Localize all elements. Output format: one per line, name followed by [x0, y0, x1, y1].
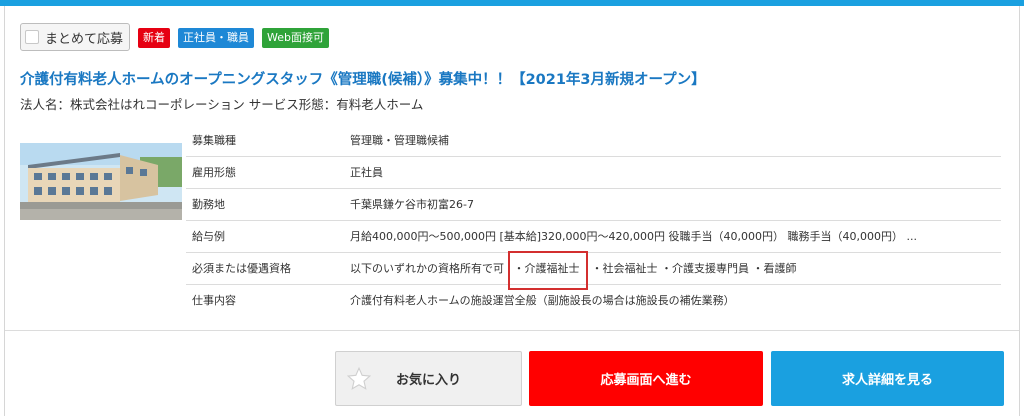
table-row: 雇用形態 正社員 — [186, 156, 1001, 189]
section-divider — [5, 330, 1019, 331]
table-row: 勤務地 千葉県鎌ケ谷市初富26-7 — [186, 188, 1001, 221]
table-row: 必須または優遇資格 以下のいずれかの資格所有で可 ・介護福祉士 ・社会福祉士 ・介… — [186, 251, 1001, 290]
favorite-label: お気に入り — [395, 373, 461, 388]
tag-row: まとめて応募 新着 正社員・職員 Web面接可 — [20, 23, 329, 51]
job-detail-button[interactable]: 求人詳細を見る — [771, 351, 1004, 406]
detail-value: 管理職・管理職候補 — [348, 124, 1001, 157]
detail-label: 給与例 — [186, 220, 348, 253]
bulk-apply-label: まとめて応募 — [45, 31, 124, 47]
job-details-table: 募集職種 管理職・管理職候補 雇用形態 正社員 勤務地 千葉県鎌ケ谷市初富26-… — [186, 124, 1001, 316]
qualification-prefix: 以下のいずれかの資格所有で可 — [350, 262, 508, 275]
detail-label: 仕事内容 — [192, 294, 236, 308]
apply-button[interactable]: 応募画面へ進む — [529, 351, 763, 406]
web-interview-badge: Web面接可 — [262, 28, 329, 48]
qualification-value: 以下のいずれかの資格所有で可 ・介護福祉士 ・社会福祉士 ・介護支援専門員 ・看護… — [348, 251, 1001, 290]
favorite-button[interactable]: お気に入り — [335, 351, 522, 406]
highlighted-qualification: ・介護福祉士 — [507, 251, 588, 290]
table-row: 給与例 月給400,000円～500,000円 [基本給]320,000円～42… — [186, 220, 1001, 253]
detail-label: 募集職種 — [186, 124, 348, 157]
detail-label: 雇用形態 — [186, 156, 348, 189]
bulk-apply-checkbox[interactable]: まとめて応募 — [20, 23, 131, 51]
detail-value: 月給400,000円～500,000円 [基本給]320,000円～420,00… — [348, 220, 1001, 253]
qualification-suffix: ・社会福祉士 ・介護支援専門員 ・看護師 — [591, 262, 797, 275]
star-icon — [346, 366, 372, 390]
detail-label: 必須または優遇資格 — [186, 252, 348, 285]
job-card: まとめて応募 新着 正社員・職員 Web面接可 介護付有料老人ホームのオープニン… — [4, 6, 1020, 416]
job-title-link[interactable]: 介護付有料老人ホームのオープニングスタッフ《管理職(候補）》募集中！！【2021… — [20, 68, 706, 89]
detail-value: 正社員 — [348, 156, 1001, 189]
detail-label: 勤務地 — [186, 188, 348, 221]
facility-photo — [20, 143, 182, 220]
new-badge: 新着 — [138, 28, 171, 48]
corporation-info: 法人名：株式会社はれコーポレーション サービス形態：有料老人ホーム — [20, 97, 424, 112]
detail-value: 千葉県鎌ケ谷市初富26-7 — [348, 188, 1001, 221]
table-row: 仕事内容 介護付有料老人ホームの施設運営全般（副施設長の場合は施設長の補佐業務） — [186, 284, 1001, 316]
employment-type-badge: 正社員・職員 — [178, 28, 255, 48]
checkbox-icon[interactable] — [25, 30, 39, 44]
detail-value: 介護付有料老人ホームの施設運営全般（副施設長の場合は施設長の補佐業務） — [350, 294, 735, 308]
table-row: 募集職種 管理職・管理職候補 — [186, 124, 1001, 157]
facility-building-image — [20, 143, 182, 220]
